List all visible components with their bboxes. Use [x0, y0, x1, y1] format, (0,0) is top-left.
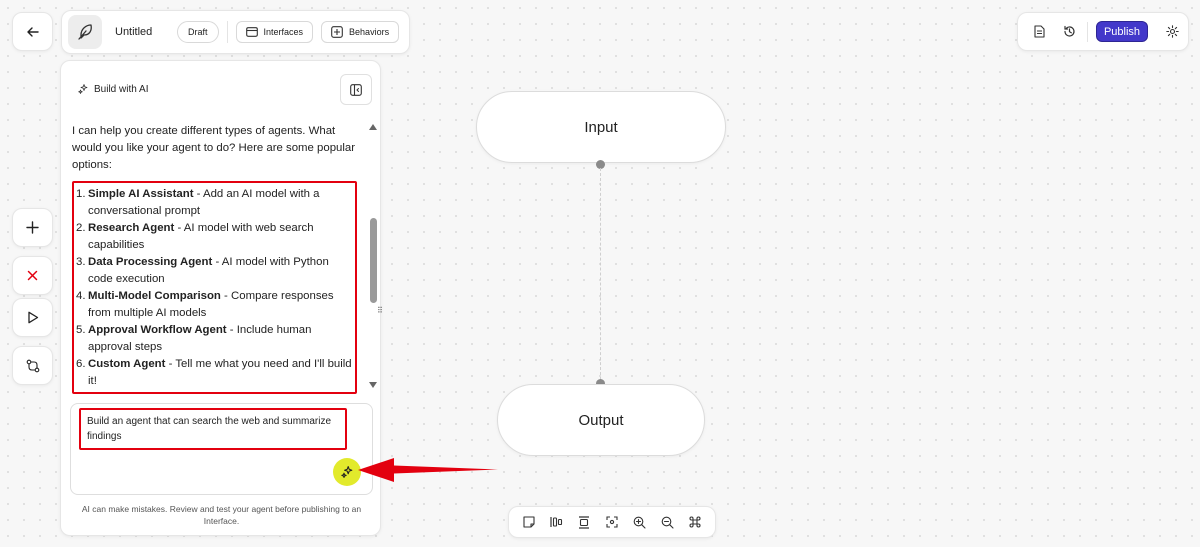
- item-number: 4.: [76, 290, 86, 302]
- option-name: Research Agent: [88, 222, 175, 234]
- tab-interfaces-label: Interfaces: [263, 27, 304, 37]
- divider: [1087, 21, 1088, 42]
- align-vertical-icon: [579, 515, 590, 529]
- list-item: 1. Simple AI Assistant - Add an AI model …: [76, 186, 355, 220]
- divider: [226, 21, 228, 43]
- x-icon: [27, 270, 38, 281]
- input-node[interactable]: Input: [476, 91, 726, 163]
- item-number: 6.: [76, 358, 86, 370]
- document-button[interactable]: [1029, 22, 1049, 42]
- gear-icon: [1165, 25, 1179, 38]
- list-item: 6. Custom Agent - Tell me what you need a…: [76, 356, 355, 390]
- tab-interfaces[interactable]: Interfaces: [235, 21, 314, 43]
- disclaimer-text: AI can make mistakes. Review and test yo…: [81, 504, 362, 526]
- connection-edge: [600, 168, 601, 380]
- status-badge: Draft: [177, 21, 219, 43]
- prompt-input[interactable]: Build an agent that can search the web a…: [79, 408, 347, 450]
- option-name: Data Processing Agent: [88, 256, 213, 268]
- version-compare-button[interactable]: [12, 346, 53, 385]
- assistant-message: I can help you create different types of…: [72, 125, 356, 171]
- prompt-input-box[interactable]: Build an agent that can search the web a…: [70, 403, 373, 495]
- history-icon: [1063, 25, 1075, 37]
- run-button[interactable]: [12, 298, 53, 337]
- sparkle-box-icon: [331, 26, 343, 38]
- add-node-button[interactable]: [12, 208, 53, 247]
- publish-button[interactable]: Publish: [1096, 21, 1148, 42]
- fit-view-button[interactable]: [602, 512, 622, 532]
- sparkles-icon: [78, 84, 88, 94]
- window-icon: [245, 27, 258, 37]
- collapse-panel-button[interactable]: [340, 74, 372, 105]
- document-title[interactable]: Untitled: [115, 26, 177, 38]
- back-button[interactable]: [12, 12, 53, 51]
- header-actions: Publish: [1017, 12, 1189, 51]
- play-icon: [27, 311, 38, 324]
- build-with-ai-panel: Build with AI I can help you create diff…: [60, 60, 381, 536]
- option-name: Simple AI Assistant: [88, 188, 194, 200]
- scrollbar-thumb[interactable]: [370, 218, 377, 303]
- git-compare-icon: [26, 359, 39, 372]
- app-logo[interactable]: [68, 15, 102, 49]
- panel-resize-handle[interactable]: ⠿: [377, 306, 383, 315]
- align-horizontal-icon: [549, 517, 562, 527]
- history-button[interactable]: [1059, 22, 1079, 42]
- sticky-note-icon: [523, 516, 535, 528]
- align-vertical-button[interactable]: [574, 512, 594, 532]
- command-icon: [689, 516, 701, 528]
- tab-behaviors-label: Behaviors: [349, 27, 390, 37]
- option-name: Approval Workflow Agent: [88, 324, 227, 336]
- panel-left-icon: [350, 83, 362, 96]
- chat-messages[interactable]: I can help you create different types of…: [72, 123, 362, 398]
- output-node[interactable]: Output: [497, 384, 705, 456]
- list-item: 4. Multi-Model Comparison - Compare respo…: [76, 288, 355, 322]
- settings-button[interactable]: [1162, 22, 1182, 42]
- panel-title: Build with AI: [94, 83, 149, 95]
- add-note-button[interactable]: [519, 512, 539, 532]
- zoom-out-button[interactable]: [657, 512, 677, 532]
- zoom-in-icon: [633, 516, 646, 529]
- panel-header: Build with AI: [61, 61, 380, 117]
- option-name: Multi-Model Comparison: [88, 290, 221, 302]
- tab-behaviors[interactable]: Behaviors: [321, 21, 400, 43]
- item-number: 3.: [76, 256, 86, 268]
- feather-icon: [78, 24, 92, 40]
- delete-button[interactable]: [12, 256, 53, 295]
- list-item: 3. Data Processing Agent - AI model with …: [76, 254, 355, 288]
- scroll-down-arrow[interactable]: [368, 381, 378, 389]
- focus-icon: [606, 516, 618, 528]
- list-item: 5. Approval Workflow Agent - Include huma…: [76, 322, 355, 356]
- option-name: Custom Agent: [88, 358, 166, 370]
- node-label: Output: [578, 411, 624, 429]
- sparkles-icon: [341, 466, 353, 478]
- plus-icon: [26, 221, 39, 234]
- canvas-toolbar: [508, 506, 716, 538]
- document-icon: [1033, 25, 1045, 38]
- shortcuts-button[interactable]: [685, 512, 705, 532]
- options-list: 1. Simple AI Assistant - Add an AI model …: [72, 181, 357, 394]
- item-number: 5.: [76, 324, 86, 336]
- scroll-up-arrow[interactable]: [368, 123, 378, 131]
- annotation-arrow: [358, 458, 498, 482]
- arrow-left-icon: [26, 26, 39, 37]
- list-item: 2. Research Agent - AI model with web sea…: [76, 220, 355, 254]
- node-label: Input: [584, 118, 618, 136]
- zoom-in-button[interactable]: [630, 512, 650, 532]
- header-bar: Untitled Draft Interfaces Behaviors: [61, 10, 410, 54]
- align-horizontal-button[interactable]: [547, 512, 567, 532]
- zoom-out-icon: [661, 516, 674, 529]
- item-number: 1.: [76, 188, 86, 200]
- item-number: 2.: [76, 222, 86, 234]
